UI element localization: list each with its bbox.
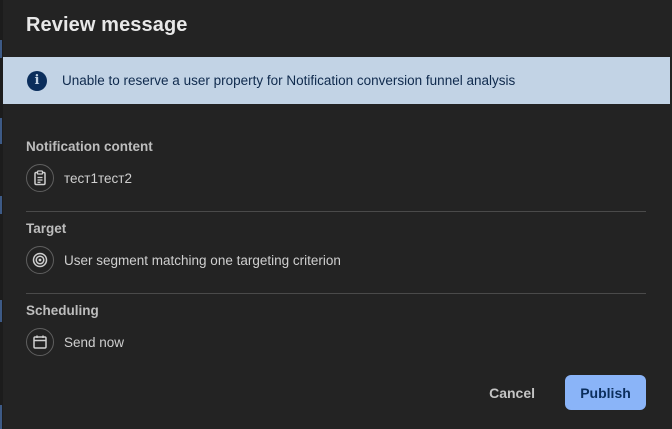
publish-button[interactable]: Publish [565,375,646,410]
section-scheduling: Scheduling Send now [26,303,646,356]
cancel-button[interactable]: Cancel [475,377,549,409]
notification-content-value: тест1тест2 [64,170,132,186]
backdrop-edge-mark [0,40,2,58]
section-row: тест1тест2 [26,164,646,192]
dialog-actions: Cancel Publish [475,375,646,410]
info-banner: i Unable to reserve a user property for … [3,57,670,104]
clipboard-icon [26,164,54,192]
info-banner-text: Unable to reserve a user property for No… [62,73,516,88]
divider [26,293,646,294]
section-heading: Target [26,221,67,236]
section-row: Send now [26,328,646,356]
section-target: Target User segment matching one targeti… [26,221,646,274]
backdrop-edge-mark [0,405,2,429]
section-row: User segment matching one targeting crit… [26,246,646,274]
divider [26,211,646,212]
dialog-title: Review message [26,14,188,36]
calendar-icon [26,328,54,356]
backdrop-edge-mark [0,196,2,214]
info-icon: i [27,70,47,91]
target-icon [26,246,54,274]
review-message-dialog: Review message i Unable to reserve a use… [3,0,672,429]
section-notification-content: Notification content тест1тест2 [26,139,646,192]
section-heading: Scheduling [26,303,99,318]
backdrop-edge-mark [0,118,2,144]
scheduling-value: Send now [64,334,125,350]
section-heading: Notification content [26,139,153,154]
backdrop-edge-mark [0,300,2,322]
target-value: User segment matching one targeting crit… [64,252,341,268]
